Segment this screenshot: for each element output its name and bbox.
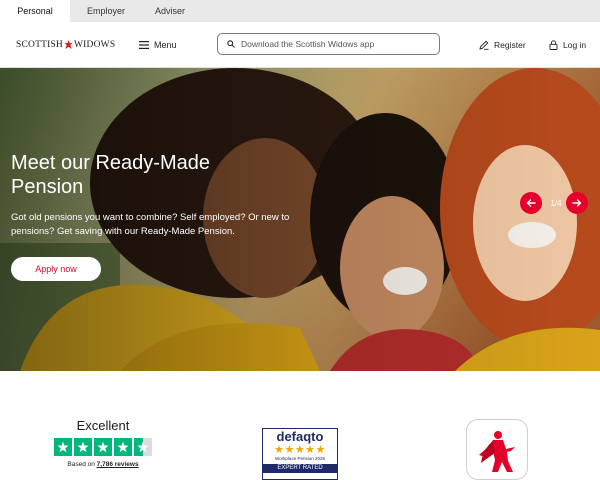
half-star-icon (134, 438, 152, 456)
reviews-link[interactable]: 7,786 reviews (97, 461, 139, 468)
menu-label: Menu (154, 40, 177, 50)
star-icon (74, 438, 92, 456)
login-label: Log in (563, 40, 587, 50)
register-link[interactable]: Register (479, 37, 526, 53)
tab-personal[interactable]: Personal (0, 0, 70, 22)
logo[interactable]: SCOTTISH WIDOWS (16, 39, 115, 51)
apply-now-button[interactable]: Apply now (11, 257, 101, 281)
register-label: Register (494, 40, 526, 50)
defaqto-expert-rated: EXPERT RATED (263, 464, 337, 473)
hero-banner: Meet our Ready-Made Pension Got old pens… (0, 68, 600, 371)
trustpilot-stars (48, 438, 158, 456)
hero-description: Got old pensions you want to combine? Se… (11, 212, 290, 237)
trustpilot-widget[interactable]: Excellent Based on 7,786 reviews (48, 418, 158, 468)
star-icon (94, 438, 112, 456)
site-header: SCOTTISH WIDOWS Menu Register L (0, 22, 600, 68)
audience-tabs: Personal Employer Adviser (0, 0, 600, 22)
logo-text-left: SCOTTISH (16, 40, 63, 50)
based-on-text: Based on (67, 461, 97, 468)
tab-adviser[interactable]: Adviser (142, 0, 198, 22)
defaqto-category: Workplace Pension 2025 (275, 456, 325, 461)
search-input[interactable] (241, 39, 431, 49)
hero-title: Meet our Ready-Made Pension (11, 152, 210, 198)
search-box[interactable] (217, 33, 440, 55)
defaqto-badge[interactable]: defaqto ★★★★★ Workplace Pension 2025 EXP… (262, 428, 338, 480)
menu-button[interactable]: Menu (139, 37, 177, 53)
login-link[interactable]: Log in (549, 37, 586, 53)
pencil-icon (479, 40, 489, 50)
search-icon (227, 40, 235, 48)
arrow-left-icon (526, 199, 536, 207)
star-icon (54, 438, 72, 456)
trustpilot-rating-label: Excellent (76, 418, 130, 433)
tab-employer[interactable]: Employer (70, 0, 142, 22)
defaqto-stars: ★★★★★ (274, 444, 326, 456)
hamburger-icon (139, 41, 149, 49)
defaqto-logo: defaqto (276, 429, 324, 444)
logo-text-right: WIDOWS (74, 40, 116, 50)
slide-counter: 1/4 (550, 199, 562, 208)
trustpilot-based-on: Based on 7,786 reviews (48, 461, 158, 468)
carousel-next-button[interactable] (566, 192, 588, 214)
logo-mark-icon (64, 40, 73, 50)
carousel-prev-button[interactable] (520, 192, 542, 214)
lock-icon (549, 40, 558, 50)
arrow-right-icon (572, 199, 582, 207)
app-store-icon[interactable] (466, 419, 528, 480)
superhero-logo-icon (479, 430, 515, 472)
star-icon (114, 438, 132, 456)
